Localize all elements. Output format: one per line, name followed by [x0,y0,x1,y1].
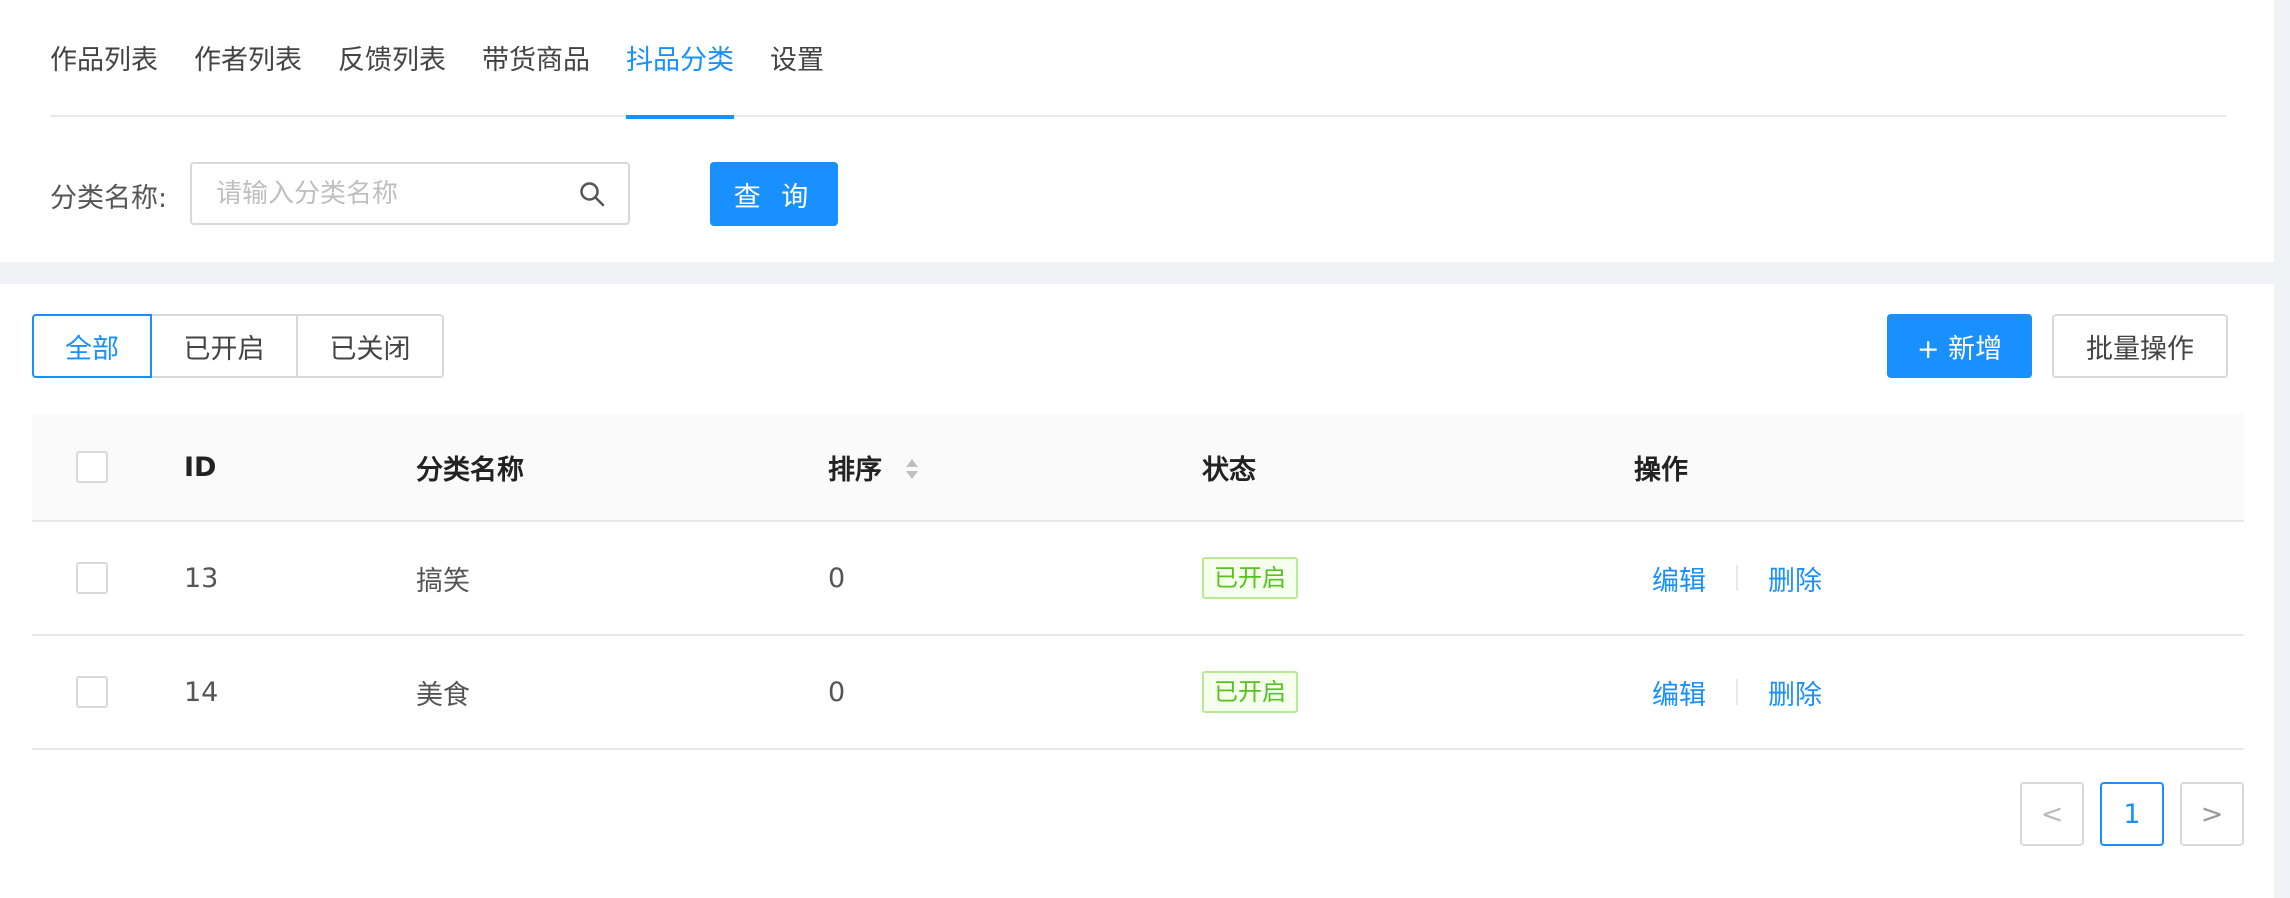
filter-disabled-button[interactable]: 已关闭 [296,314,444,378]
edit-link[interactable]: 编辑 [1652,673,1706,712]
tab-categories[interactable]: 抖品分类 [626,38,734,119]
pagination-next-button[interactable]: > [2180,782,2244,846]
table-row: 14 美食 0 已开启 编辑 删除 [32,636,2244,750]
search-icon[interactable] [578,180,606,208]
row-category-name: 美食 [416,679,470,711]
chevron-left-icon: < [2040,798,2064,830]
row-checkbox[interactable] [76,676,108,708]
row-id: 14 [184,676,219,708]
category-name-label: 分类名称: [50,183,168,214]
operation-divider [1736,565,1738,591]
row-sort-value: 0 [828,676,846,708]
header-id: ID [184,451,217,483]
filter-enabled-button[interactable]: 已开启 [150,314,298,378]
header-sort[interactable]: 排序 [828,414,920,520]
tab-feedback-list[interactable]: 反馈列表 [338,38,446,117]
operation-divider [1736,679,1738,705]
batch-operation-button[interactable]: 批量操作 [2052,314,2228,378]
pagination-prev-button[interactable]: < [2020,782,2084,846]
add-category-button[interactable]: + 新增 [1887,314,2032,378]
header-status: 状态 [1202,454,1256,486]
row-category-name: 搞笑 [416,565,470,597]
status-badge: 已开启 [1202,671,1298,713]
header-checkbox-cell [76,414,108,520]
row-checkbox[interactable] [76,562,108,594]
row-checkbox-cell [76,522,108,634]
category-list-panel: 全部 已开启 已关闭 + 新增 批量操作 ID 分类名称 排序 状态 操作 13… [0,284,2274,898]
sort-arrows-icon[interactable] [904,456,920,482]
tab-works-list[interactable]: 作品列表 [50,38,158,117]
row-id: 13 [184,562,219,594]
filter-panel: 作品列表 作者列表 反馈列表 带货商品 抖品分类 设置 分类名称: 查 询 [0,0,2274,262]
pagination-page-1[interactable]: 1 [2100,782,2164,846]
header-operations: 操作 [1634,454,1688,486]
row-operations: 编辑 删除 [1634,522,1822,634]
row-sort-value: 0 [828,562,846,594]
delete-link[interactable]: 删除 [1768,559,1822,598]
category-name-input[interactable] [214,164,554,223]
row-status-cell: 已开启 [1202,636,1298,748]
row-checkbox-cell [76,636,108,748]
header-category-name: 分类名称 [416,454,524,486]
query-button[interactable]: 查 询 [710,162,838,226]
tab-authors-list[interactable]: 作者列表 [194,38,302,117]
tab-goods[interactable]: 带货商品 [482,38,590,117]
status-badge: 已开启 [1202,557,1298,599]
search-box [190,162,630,225]
filter-all-button[interactable]: 全部 [32,314,152,378]
row-status-cell: 已开启 [1202,522,1298,634]
row-operations: 编辑 删除 [1634,636,1822,748]
select-all-checkbox[interactable] [76,451,108,483]
category-table: ID 分类名称 排序 状态 操作 13 搞笑 0 已开启 编辑 删除 14 美食… [32,414,2244,750]
header-sort-label: 排序 [828,454,882,486]
tab-bar: 作品列表 作者列表 反馈列表 带货商品 抖品分类 设置 [50,0,2226,119]
chevron-right-icon: > [2200,798,2224,830]
tab-settings[interactable]: 设置 [770,38,824,117]
table-row: 13 搞笑 0 已开启 编辑 删除 [32,522,2244,636]
table-header: ID 分类名称 排序 状态 操作 [32,414,2244,522]
delete-link[interactable]: 删除 [1768,673,1822,712]
edit-link[interactable]: 编辑 [1652,559,1706,598]
